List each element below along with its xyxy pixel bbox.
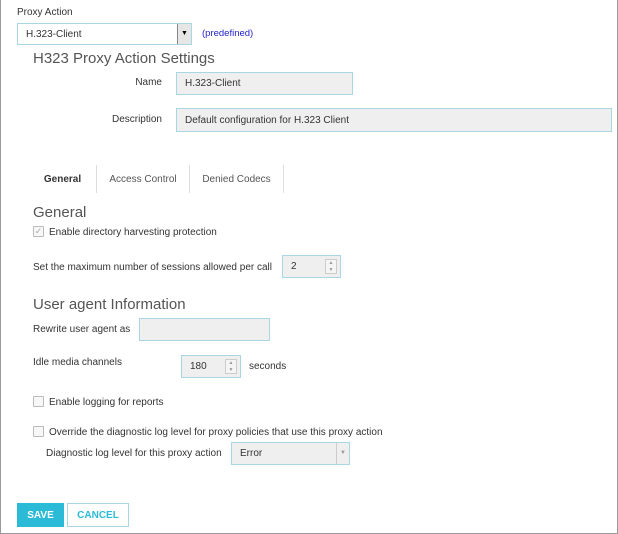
description-field[interactable]: Default configuration for H.323 Client bbox=[176, 108, 612, 132]
cancel-button[interactable]: CANCEL bbox=[67, 503, 129, 527]
idle-stepper[interactable]: 180 ▲ ▼ bbox=[181, 355, 241, 378]
idle-unit: seconds bbox=[249, 361, 287, 372]
general-heading: General bbox=[33, 204, 87, 221]
sessions-value: 2 bbox=[291, 261, 297, 272]
chevron-down-icon[interactable]: ▼ bbox=[336, 443, 349, 464]
save-button[interactable]: SAVE bbox=[17, 503, 64, 527]
tab-denied-codecs[interactable]: Denied Codecs bbox=[190, 165, 283, 193]
override-label: Override the diagnostic log level for pr… bbox=[49, 427, 383, 438]
predefined-note: (predefined) bbox=[202, 28, 254, 39]
rewrite-label: Rewrite user agent as bbox=[33, 324, 131, 335]
spinner-arrows-icon[interactable]: ▲ ▼ bbox=[225, 359, 237, 374]
proxy-action-label: Proxy Action bbox=[17, 7, 73, 18]
sessions-label: Set the maximum number of sessions allow… bbox=[33, 262, 272, 273]
tab-access-control[interactable]: Access Control bbox=[97, 165, 189, 193]
idle-value: 180 bbox=[190, 361, 207, 372]
harvest-checkbox[interactable]: ✓ bbox=[33, 226, 44, 237]
name-field[interactable]: H.323-Client bbox=[176, 72, 353, 95]
description-label: Description bbox=[111, 114, 162, 125]
proxy-action-value: H.323-Client bbox=[26, 28, 82, 40]
chevron-down-icon[interactable]: ▼ bbox=[177, 24, 191, 44]
proxy-action-select[interactable]: H.323-Client ▼ bbox=[17, 23, 192, 45]
name-label: Name bbox=[135, 77, 162, 88]
logging-checkbox[interactable] bbox=[33, 396, 44, 407]
level-label: Diagnostic log level for this proxy acti… bbox=[46, 448, 222, 459]
rewrite-user-agent-field[interactable] bbox=[139, 318, 270, 341]
log-level-value: Error bbox=[240, 448, 263, 459]
sessions-stepper[interactable]: 2 ▲ ▼ bbox=[282, 255, 341, 278]
log-level-select[interactable]: Error ▼ bbox=[231, 442, 350, 465]
logging-label: Enable logging for reports bbox=[49, 397, 164, 408]
page-title: H323 Proxy Action Settings bbox=[33, 50, 215, 67]
override-checkbox[interactable] bbox=[33, 426, 44, 437]
tab-general[interactable]: General bbox=[30, 165, 95, 193]
user-agent-heading: User agent Information bbox=[33, 296, 186, 313]
idle-label: Idle media channels bbox=[33, 357, 122, 368]
harvest-label: Enable directory harvesting protection bbox=[49, 227, 217, 238]
spinner-arrows-icon[interactable]: ▲ ▼ bbox=[325, 259, 337, 274]
tab-divider bbox=[283, 165, 284, 193]
